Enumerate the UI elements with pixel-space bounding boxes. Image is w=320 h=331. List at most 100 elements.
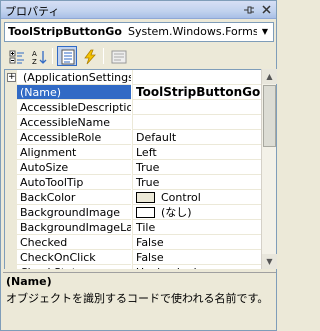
alphabetical-icon: A Z xyxy=(32,50,47,65)
vertical-scrollbar[interactable]: ▲ ▼ xyxy=(261,69,277,269)
property-value-text: Unchecked xyxy=(136,266,197,269)
property-row[interactable]: AutoToolTip True xyxy=(5,175,261,190)
property-value[interactable]: False xyxy=(132,250,261,265)
property-name[interactable]: (ApplicationSettings) xyxy=(17,70,131,85)
property-row[interactable]: Alignment Left xyxy=(5,145,261,160)
property-name[interactable]: CheckOnClick xyxy=(17,250,131,265)
help-pane: (Name) オブジェクトを識別するコードで使われる名前です。 xyxy=(3,272,276,330)
property-value-text: False xyxy=(136,236,164,249)
property-value-text: False xyxy=(136,251,164,264)
row-margin xyxy=(5,205,17,220)
toolbar-separator xyxy=(103,48,104,64)
pin-icon[interactable] xyxy=(241,2,256,17)
object-selector[interactable]: ToolStripButtonGo System.Windows.Forms.T… xyxy=(4,22,274,42)
categorized-button[interactable] xyxy=(6,46,26,66)
property-row[interactable]: AutoSize True xyxy=(5,160,261,175)
row-margin xyxy=(5,145,17,160)
categorized-icon xyxy=(9,50,24,64)
window-title: プロパティ xyxy=(5,5,60,18)
alphabetical-button[interactable]: A Z xyxy=(28,46,48,66)
row-margin xyxy=(5,235,17,250)
row-margin xyxy=(5,160,17,175)
property-value[interactable]: Control xyxy=(132,190,261,205)
color-swatch xyxy=(136,192,155,203)
title-bar[interactable]: プロパティ xyxy=(1,1,276,19)
object-name: ToolStripButtonGo xyxy=(8,25,122,38)
row-margin xyxy=(5,115,17,130)
property-value[interactable]: True xyxy=(132,175,261,190)
property-name[interactable]: AutoToolTip xyxy=(17,175,131,190)
row-margin xyxy=(5,190,17,205)
property-value-text: (なし) xyxy=(161,206,192,219)
property-name[interactable]: AutoSize xyxy=(17,160,131,175)
property-value-text: Left xyxy=(136,146,157,159)
property-row[interactable]: BackgroundImage (なし) xyxy=(5,205,261,220)
property-value-text: Tile xyxy=(136,221,156,234)
property-pages-button[interactable] xyxy=(108,46,128,66)
property-row[interactable]: + (ApplicationSettings) xyxy=(5,70,261,85)
properties-icon xyxy=(61,49,75,65)
row-margin xyxy=(5,220,17,235)
property-name[interactable]: Checked xyxy=(17,235,131,250)
property-row[interactable]: BackgroundImageLayo Tile xyxy=(5,220,261,235)
property-value[interactable] xyxy=(132,70,261,85)
property-row[interactable]: AccessibleRole Default xyxy=(5,130,261,145)
help-description: オブジェクトを識別するコードで使われる名前です。 xyxy=(6,292,269,305)
property-row[interactable]: CheckState Unchecked xyxy=(5,265,261,269)
properties-toolbar: A Z xyxy=(3,45,275,68)
chevron-down-icon[interactable]: ▼ xyxy=(257,23,273,41)
row-margin xyxy=(5,265,17,269)
property-value[interactable]: Unchecked xyxy=(132,265,261,269)
properties-window: プロパティ ToolStripButtonGo System.Windows.F… xyxy=(0,0,277,331)
toolbar-separator xyxy=(52,48,53,64)
property-value-text: True xyxy=(136,176,160,189)
property-name[interactable]: BackColor xyxy=(17,190,131,205)
row-margin xyxy=(5,100,17,115)
property-value[interactable] xyxy=(132,115,261,130)
property-name[interactable]: AccessibleRole xyxy=(17,130,131,145)
events-button[interactable] xyxy=(79,46,99,66)
svg-text:A: A xyxy=(32,50,37,58)
property-value[interactable]: False xyxy=(132,235,261,250)
property-value[interactable]: True xyxy=(132,160,261,175)
property-name[interactable]: BackgroundImage xyxy=(17,205,131,220)
property-name[interactable]: AccessibleDescriptio xyxy=(17,100,131,115)
object-type: System.Windows.Forms.Too xyxy=(128,25,258,38)
property-pages-icon xyxy=(111,50,127,64)
property-name[interactable]: BackgroundImageLayo xyxy=(17,220,131,235)
scroll-down-icon[interactable]: ▼ xyxy=(262,254,277,269)
close-icon[interactable] xyxy=(259,2,274,17)
property-name[interactable]: CheckState xyxy=(17,265,131,269)
svg-text:Z: Z xyxy=(32,58,37,65)
scroll-up-icon[interactable]: ▲ xyxy=(262,69,277,84)
row-margin xyxy=(5,130,17,145)
property-value-text: True xyxy=(136,161,160,174)
row-margin xyxy=(5,175,17,190)
property-value[interactable]: ToolStripButtonGo xyxy=(132,85,261,100)
property-value[interactable]: Left xyxy=(132,145,261,160)
property-name[interactable]: (Name) xyxy=(17,85,131,100)
events-icon xyxy=(84,49,96,65)
property-row[interactable]: AccessibleDescriptio xyxy=(5,100,261,115)
property-name[interactable]: AccessibleName xyxy=(17,115,131,130)
properties-button[interactable] xyxy=(57,46,77,66)
row-margin xyxy=(5,250,17,265)
scroll-thumb[interactable] xyxy=(263,85,276,147)
help-title: (Name) xyxy=(6,275,52,288)
property-row[interactable]: AccessibleName xyxy=(5,115,261,130)
property-grid[interactable]: + (ApplicationSettings) (Name) ToolStripBut… xyxy=(4,69,261,269)
property-row[interactable]: CheckOnClick False xyxy=(5,250,261,265)
property-value-text: Control xyxy=(161,191,201,204)
property-value[interactable]: Default xyxy=(132,130,261,145)
property-row[interactable]: BackColor Control xyxy=(5,190,261,205)
property-row[interactable]: Checked False xyxy=(5,235,261,250)
property-value[interactable] xyxy=(132,100,261,115)
property-value-text: ToolStripButtonGo xyxy=(136,85,261,99)
color-swatch xyxy=(136,207,155,218)
property-value-text: Default xyxy=(136,131,177,144)
property-row[interactable]: (Name) ToolStripButtonGo xyxy=(5,85,261,100)
property-value[interactable]: (なし) xyxy=(132,205,261,220)
property-value[interactable]: Tile xyxy=(132,220,261,235)
expand-icon[interactable]: + xyxy=(7,73,16,82)
property-name[interactable]: Alignment xyxy=(17,145,131,160)
